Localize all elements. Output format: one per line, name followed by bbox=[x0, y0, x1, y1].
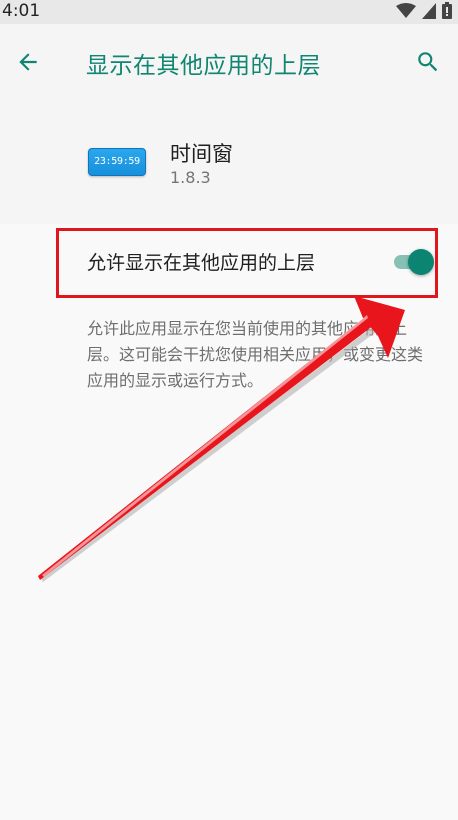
permission-toggle-row[interactable]: 允许显示在其他应用的上层 bbox=[0, 224, 458, 300]
status-time: 4:01 bbox=[2, 1, 41, 21]
search-icon bbox=[415, 49, 441, 79]
battery-icon bbox=[442, 2, 452, 23]
app-icon: 23:59:59 bbox=[88, 148, 146, 176]
search-button[interactable] bbox=[410, 46, 446, 82]
app-header: 23:59:59 时间窗 1.8.3 bbox=[0, 104, 458, 224]
page-title: 显示在其他应用的上层 bbox=[86, 53, 321, 79]
settings-screen: 4:01 显示在其他应用的上层 23:59:59 时间窗 1.8.3 允许显示在… bbox=[0, 0, 458, 820]
toggle-thumb bbox=[408, 249, 434, 275]
status-bar: 4:01 bbox=[0, 0, 458, 24]
status-icons bbox=[396, 2, 452, 23]
permission-toggle-switch[interactable] bbox=[392, 249, 438, 275]
arrow-back-icon bbox=[15, 49, 41, 79]
signal-icon bbox=[422, 2, 436, 23]
permission-label: 允许显示在其他应用的上层 bbox=[87, 252, 316, 274]
app-name: 时间窗 bbox=[170, 142, 233, 166]
app-version: 1.8.3 bbox=[170, 168, 211, 187]
permission-description: 允许此应用显示在您当前使用的其他应用的上层。这可能会干扰您使用相关应用，或变更这… bbox=[87, 319, 424, 390]
back-button[interactable] bbox=[10, 46, 46, 82]
wifi-icon bbox=[396, 2, 416, 23]
app-bar: 显示在其他应用的上层 bbox=[0, 24, 458, 104]
